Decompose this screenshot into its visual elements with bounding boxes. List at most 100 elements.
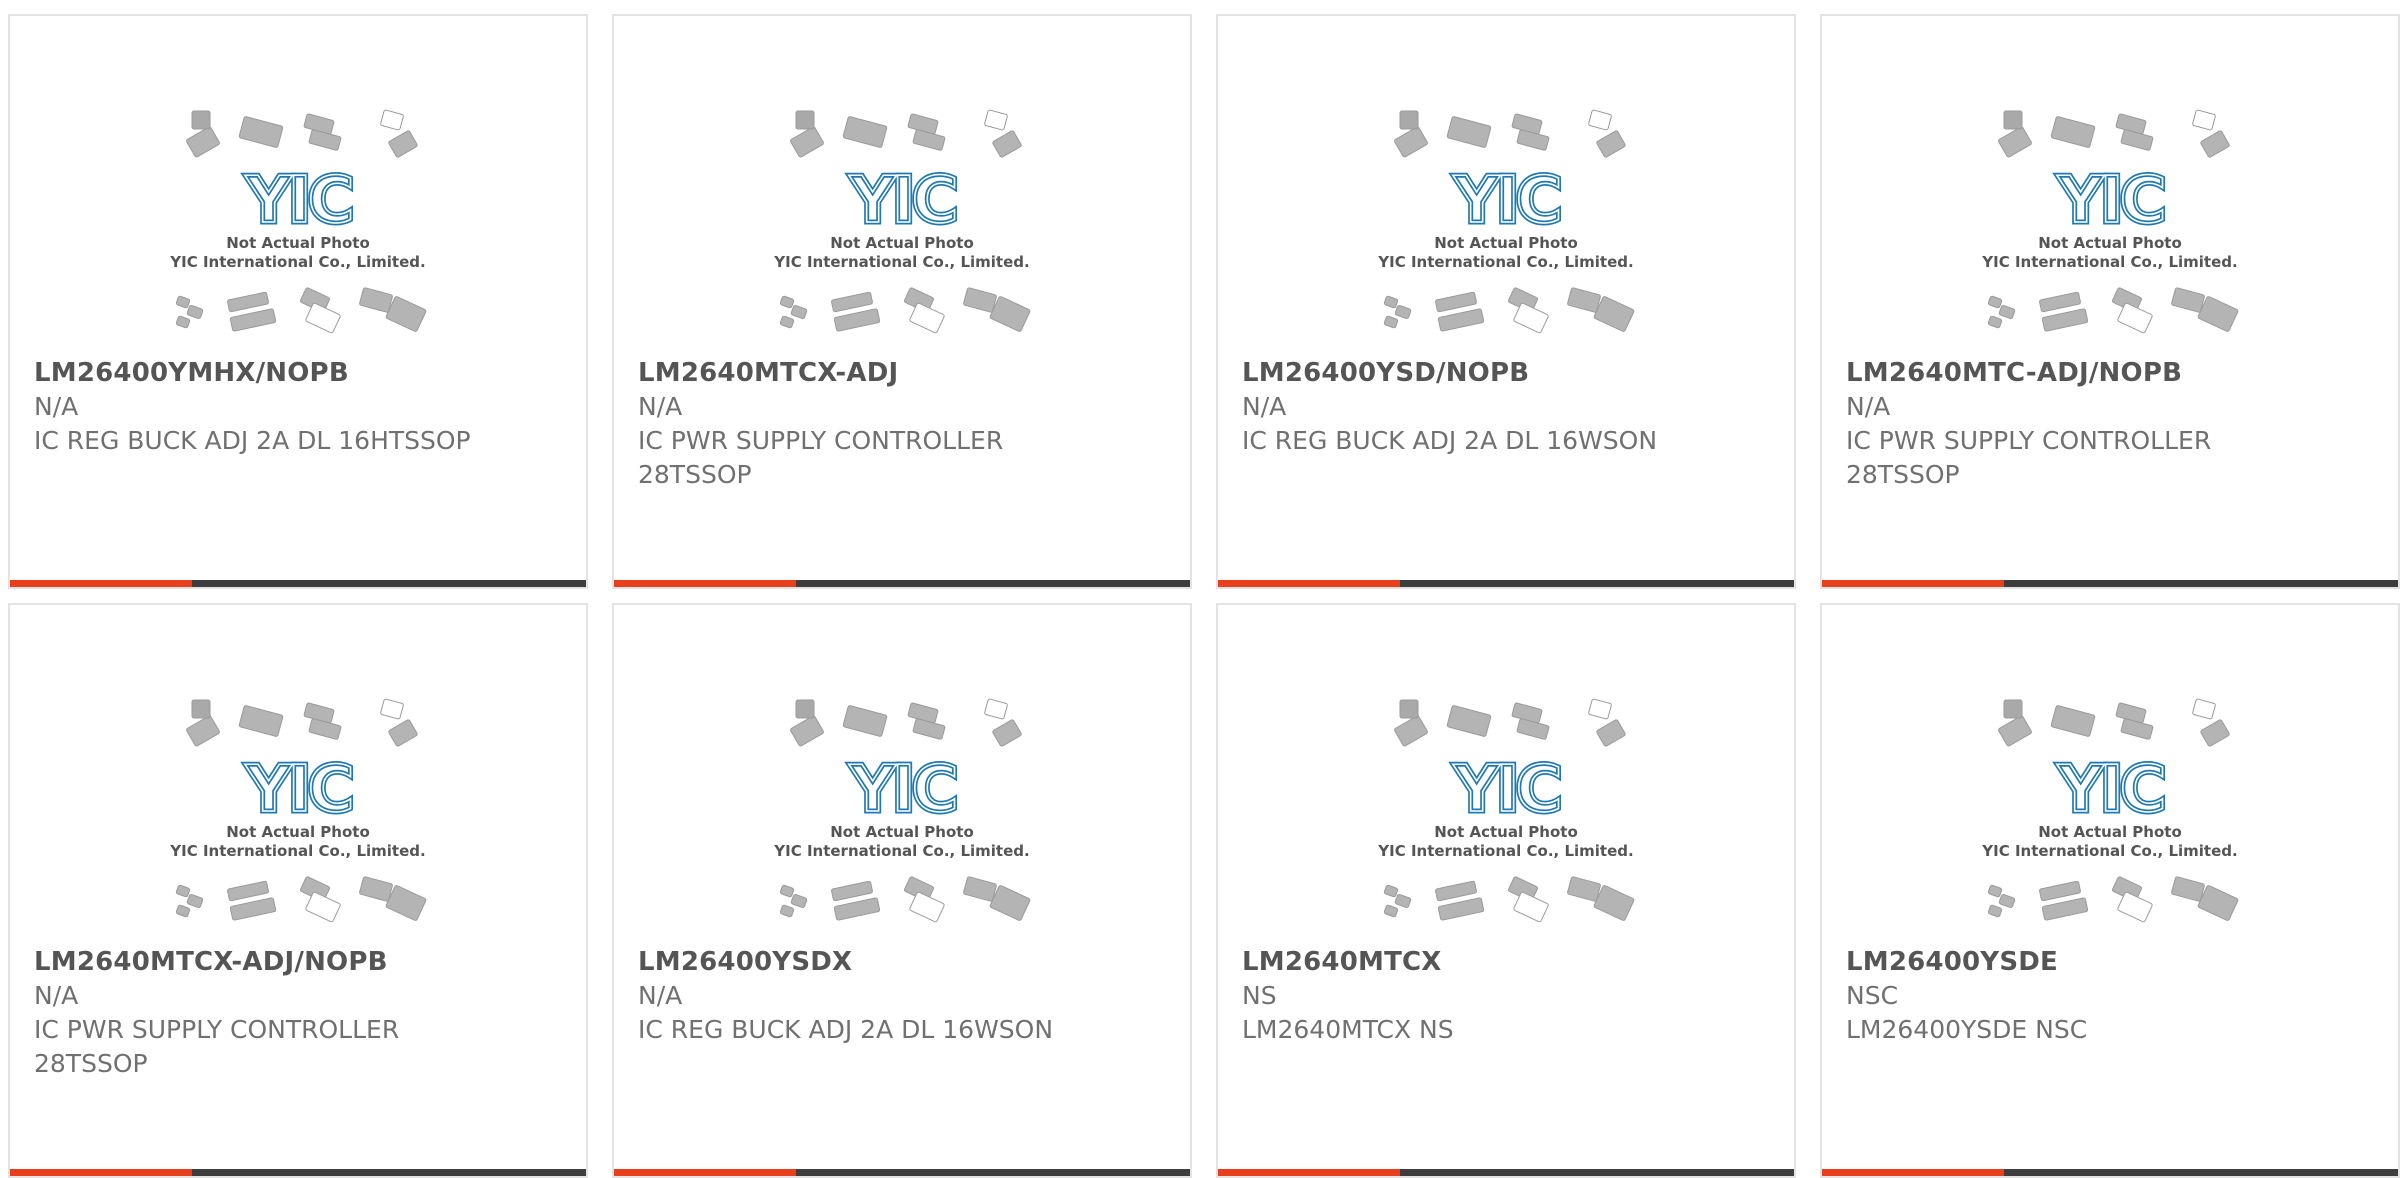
yic-logo-icon: YICYIC — [2054, 162, 2169, 241]
placeholder-caption-line1: Not Actual Photo — [226, 823, 370, 841]
product-card[interactable]: YIC YIC Not Actual Photo YIC International … — [612, 14, 1192, 589]
card-bottom-bar — [614, 580, 1190, 587]
chip-icon — [779, 315, 795, 329]
description: IC PWR SUPPLY CONTROLLER 28TSSOP — [638, 426, 1004, 489]
product-placeholder-image[interactable]: YIC YIC Not Actual Photo YIC International … — [1371, 102, 1641, 362]
chip-icon — [175, 904, 191, 918]
product-placeholder-image[interactable]: YIC YIC Not Actual Photo YIC International … — [163, 691, 433, 951]
product-placeholder-image[interactable]: YIC YIC Not Actual Photo YIC International … — [1975, 691, 2245, 951]
placeholder-caption-line1: Not Actual Photo — [2038, 234, 2182, 252]
chip-icon — [229, 897, 277, 921]
card-bottom-bar — [1218, 580, 1794, 587]
chip-icon — [912, 718, 946, 740]
placeholder-caption-line2: YIC International Co., Limited. — [1981, 253, 2237, 271]
chip-icon — [2041, 308, 2089, 332]
part-number[interactable]: LM26400YSD/NOPB — [1242, 356, 1682, 390]
part-number[interactable]: LM2640MTC-ADJ/NOPB — [1846, 356, 2286, 390]
product-card[interactable]: YIC YIC Not Actual Photo YIC International … — [1820, 603, 2400, 1178]
yic-logo-icon: YICYIC — [1450, 751, 1565, 830]
part-number[interactable]: LM26400YMHX/NOPB — [34, 356, 474, 390]
chip-icon — [308, 718, 342, 740]
product-card[interactable]: YIC YIC Not Actual Photo YIC International … — [1216, 14, 1796, 589]
manufacturer: N/A — [1242, 392, 1287, 421]
placeholder-caption-line1: Not Actual Photo — [2038, 823, 2182, 841]
chip-icon — [2200, 130, 2230, 158]
description: IC REG BUCK ADJ 2A DL 16HTSSOP — [34, 426, 471, 455]
placeholder-caption-line1: Not Actual Photo — [830, 823, 974, 841]
card-bottom-bar — [10, 1169, 586, 1176]
product-card[interactable]: YIC YIC Not Actual Photo YIC International … — [612, 603, 1192, 1178]
chip-icon — [790, 304, 808, 320]
chip-icon — [779, 904, 795, 918]
chip-icon — [1998, 126, 2032, 158]
part-number[interactable]: LM2640MTCX — [1242, 945, 1682, 979]
manufacturer: N/A — [638, 981, 683, 1010]
chip-icon — [2120, 718, 2154, 740]
chip-icon — [790, 893, 808, 909]
product-info: LM2640MTCX-ADJ N/A IC PWR SUPPLY CONTROL… — [638, 356, 1078, 492]
placeholder-caption-line1: Not Actual Photo — [1434, 234, 1578, 252]
svg-text:YIC: YIC — [1452, 164, 1558, 238]
chip-icon — [2003, 699, 2023, 719]
description: IC PWR SUPPLY CONTROLLER 28TSSOP — [34, 1015, 400, 1078]
chip-icon — [1987, 295, 2003, 309]
product-card[interactable]: YIC YIC Not Actual Photo YIC International … — [1216, 603, 1796, 1178]
chip-icon — [912, 129, 946, 151]
chip-icon — [1394, 893, 1412, 909]
product-placeholder-image[interactable]: YIC YIC Not Actual Photo YIC International … — [767, 102, 1037, 362]
placeholder-caption-line2: YIC International Co., Limited. — [169, 842, 425, 860]
chip-icon — [1516, 718, 1550, 740]
chip-icon — [2120, 129, 2154, 151]
product-card[interactable]: YIC YIC Not Actual Photo YIC International … — [8, 14, 588, 589]
chip-icon — [175, 884, 191, 898]
chip-icon — [227, 880, 269, 902]
product-info: LM2640MTCX NS LM2640MTCX NS — [1242, 945, 1682, 1047]
chip-icon — [1446, 116, 1492, 148]
chip-icon — [963, 287, 997, 313]
chip-icon — [790, 715, 824, 747]
card-accent-bar — [1218, 1169, 1400, 1176]
chip-icon — [186, 126, 220, 158]
product-info: LM26400YSDX N/A IC REG BUCK ADJ 2A DL 16… — [638, 945, 1078, 1047]
chip-icon — [1987, 904, 2003, 918]
product-info: LM26400YSD/NOPB N/A IC REG BUCK ADJ 2A D… — [1242, 356, 1682, 458]
chip-icon — [1567, 287, 1601, 313]
part-number[interactable]: LM26400YSDE — [1846, 945, 2286, 979]
chip-icon — [790, 126, 824, 158]
chip-icon — [1383, 315, 1399, 329]
placeholder-caption-line2: YIC International Co., Limited. — [1981, 842, 2237, 860]
product-placeholder-image[interactable]: YIC YIC Not Actual Photo YIC International … — [1371, 691, 1641, 951]
yic-logo-icon: YICYIC — [846, 162, 961, 241]
placeholder-caption-line2: YIC International Co., Limited. — [169, 253, 425, 271]
chip-icon — [2171, 287, 2205, 313]
chip-icon — [2192, 698, 2216, 720]
chip-icon — [359, 287, 393, 313]
svg-text:YIC: YIC — [2056, 753, 2162, 827]
part-number[interactable]: LM2640MTCX-ADJ — [638, 356, 1078, 390]
product-placeholder-image[interactable]: YIC YIC Not Actual Photo YIC International … — [163, 102, 433, 362]
chip-icon — [380, 109, 404, 131]
chip-icon — [1437, 308, 1485, 332]
part-number[interactable]: LM26400YSDX — [638, 945, 1078, 979]
chip-icon — [186, 893, 204, 909]
product-card[interactable]: YIC YIC Not Actual Photo YIC International … — [8, 603, 588, 1178]
yic-logo-icon: YICYIC — [846, 751, 961, 830]
chip-icon — [1399, 110, 1419, 130]
part-number[interactable]: LM2640MTCX-ADJ/NOPB — [34, 945, 474, 979]
chip-icon — [2200, 719, 2230, 747]
svg-text:YIC: YIC — [2056, 164, 2162, 238]
chip-icon — [1516, 129, 1550, 151]
chip-icon — [1394, 304, 1412, 320]
product-placeholder-image[interactable]: YIC YIC Not Actual Photo YIC International … — [1975, 102, 2245, 362]
placeholder-caption-line2: YIC International Co., Limited. — [773, 253, 1029, 271]
chip-icon — [779, 884, 795, 898]
chip-icon — [227, 291, 269, 313]
card-bottom-bar — [10, 580, 586, 587]
card-accent-bar — [10, 1169, 192, 1176]
chip-icon — [388, 719, 418, 747]
product-placeholder-image[interactable]: YIC YIC Not Actual Photo YIC International … — [767, 691, 1037, 951]
chip-icon — [2050, 116, 2096, 148]
product-card[interactable]: YIC YIC Not Actual Photo YIC International … — [1820, 14, 2400, 589]
product-info: LM2640MTCX-ADJ/NOPB N/A IC PWR SUPPLY CO… — [34, 945, 474, 1081]
chip-icon — [795, 699, 815, 719]
